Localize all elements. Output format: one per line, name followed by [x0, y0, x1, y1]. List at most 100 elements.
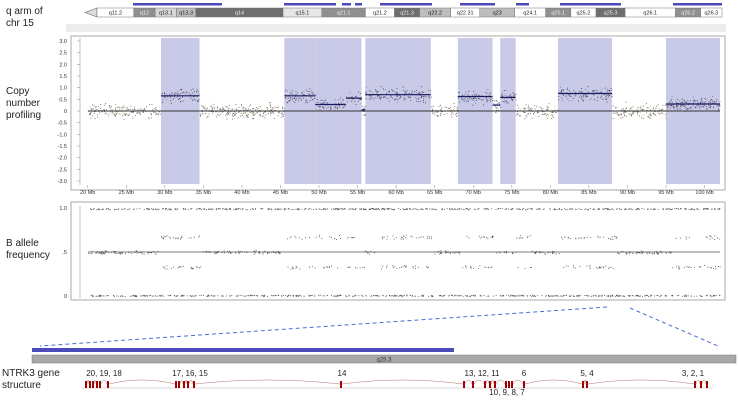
baf-point [330, 237, 332, 239]
baf-point [573, 295, 574, 297]
cnv-point [330, 109, 332, 111]
cnv-point [125, 113, 127, 115]
baf-point [253, 250, 255, 252]
cnv-point [284, 90, 286, 92]
cnv-point [164, 92, 165, 94]
cnv-point [315, 109, 317, 111]
cnv-point [192, 88, 194, 90]
baf-point [90, 295, 92, 297]
baf-point [622, 295, 624, 297]
baf-point [190, 237, 192, 239]
baf-point [349, 267, 351, 268]
baf-point [465, 265, 467, 267]
cnv-point [478, 98, 480, 100]
baf-point [679, 237, 681, 239]
baf-point [210, 251, 211, 253]
x-tick-label: 90 Mb [620, 190, 635, 196]
cnv-point [413, 91, 415, 93]
baf-point [299, 268, 301, 270]
cnv-point [228, 109, 230, 111]
cnv-point [547, 113, 549, 115]
gain-marker [380, 3, 432, 6]
baf-point [676, 266, 677, 268]
baf-point [387, 208, 389, 210]
cnv-point [491, 97, 493, 99]
baf-point [128, 208, 130, 210]
baf-point [597, 237, 599, 238]
baf-point [490, 266, 492, 268]
baf-point [421, 295, 423, 296]
baf-point [649, 295, 651, 297]
cnv-point [547, 106, 549, 108]
cnv-point [541, 114, 543, 116]
x-tick-label: 80 Mb [543, 190, 558, 196]
baf-point [152, 250, 154, 252]
cnv-point [261, 113, 263, 115]
cnv-point [245, 109, 247, 111]
baf-point [495, 295, 497, 296]
cnv-point [96, 114, 98, 116]
baf-point [459, 251, 461, 253]
cnv-point [117, 107, 119, 108]
baf-point [513, 295, 515, 296]
cnv-point [610, 89, 612, 91]
baf-point [662, 251, 664, 253]
cnv-point [506, 95, 508, 97]
cnv-point [560, 90, 562, 91]
cnv-point [197, 101, 199, 103]
cnv-point [161, 93, 163, 95]
cnv-point [127, 113, 129, 115]
cnv-point [202, 106, 204, 108]
y-tick-label: -3.0 [58, 179, 67, 185]
intron-arc [108, 379, 176, 385]
baf-point [563, 208, 565, 210]
baf-point [666, 208, 668, 210]
cnv-point [496, 103, 498, 105]
cnv-point [594, 89, 596, 91]
baf-point [570, 294, 572, 296]
baf-point [602, 294, 604, 296]
baf-point [246, 251, 247, 253]
baf-point [172, 237, 174, 239]
cnv-point [369, 98, 370, 100]
baf-point [623, 295, 625, 297]
cnv-point [255, 109, 257, 110]
baf-point [468, 237, 470, 239]
baf-point [258, 250, 260, 252]
band-label: q25.2 [577, 11, 591, 17]
baf-point [143, 295, 145, 297]
baf-point [180, 295, 182, 297]
intron-arc [179, 379, 184, 385]
baf-point [278, 208, 280, 210]
baf-point [271, 251, 273, 253]
cnv-point [219, 113, 221, 115]
cnv-point [381, 96, 383, 98]
baf-point [337, 208, 339, 210]
baf-point [162, 266, 164, 268]
baf-point [264, 294, 266, 296]
cnv-point [472, 94, 473, 96]
baf-point [260, 208, 262, 209]
cnv-point [192, 92, 194, 94]
cnv-point [133, 111, 135, 113]
baf-point [623, 251, 625, 253]
cnv-point [340, 102, 342, 104]
baf-point [246, 209, 248, 211]
cnv-point [705, 98, 707, 100]
baf-point [641, 208, 643, 210]
baf-point [646, 253, 648, 255]
baf-point [696, 208, 698, 210]
cnv-point [410, 99, 412, 101]
cnv-point [125, 114, 127, 116]
baf-point [386, 238, 388, 240]
baf-point [647, 295, 649, 297]
cnv-point [216, 113, 218, 115]
baf-point [267, 251, 269, 253]
baf-point [660, 250, 661, 252]
baf-point [598, 295, 600, 297]
baf-point [152, 209, 154, 211]
baf-point [429, 208, 431, 210]
baf-point [713, 295, 714, 296]
baf-point [195, 294, 197, 296]
baf-point [198, 235, 200, 237]
